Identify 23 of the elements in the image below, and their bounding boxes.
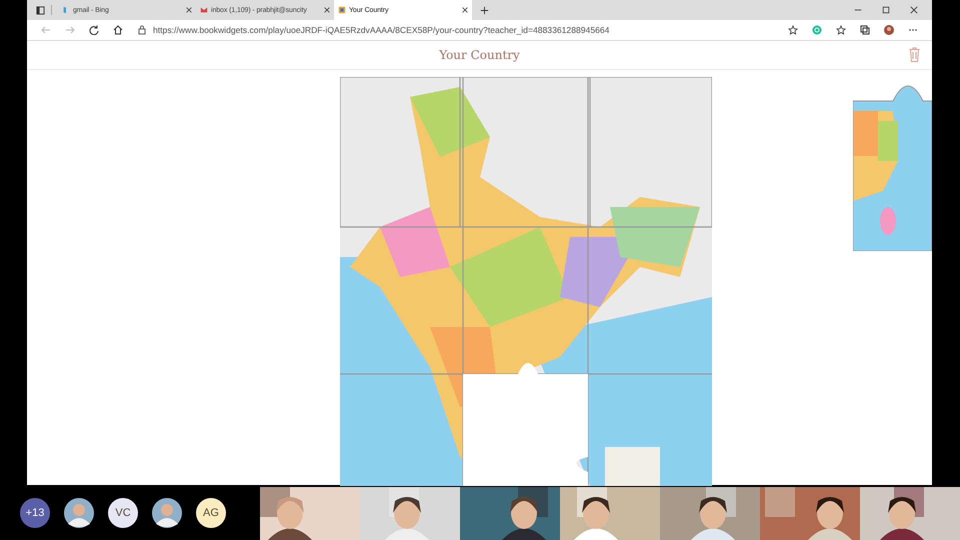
avatar-icon[interactable] [884, 25, 894, 35]
tab-icon [200, 6, 208, 14]
close-icon[interactable] [462, 7, 468, 13]
avatar-icon [64, 498, 94, 528]
star-icon[interactable] [788, 25, 798, 35]
page-title: Your Country [439, 48, 520, 62]
participant-avatar[interactable]: AG [196, 498, 226, 528]
home-icon[interactable] [113, 25, 123, 35]
close-icon[interactable] [186, 7, 192, 13]
tabs-icon[interactable] [36, 6, 45, 14]
reload-icon[interactable] [89, 25, 99, 35]
collections-icon[interactable] [860, 25, 870, 35]
plus-icon[interactable] [480, 6, 489, 14]
close-icon[interactable] [324, 7, 330, 13]
avatar-icon [152, 498, 182, 528]
close-icon[interactable] [910, 6, 918, 14]
tab-icon [338, 6, 346, 14]
participant-avatar[interactable]: VC [108, 498, 138, 528]
address-field[interactable]: https://www.bookwidgets.com/play/uoeJRDF-iQAE5RzdvAAAA/8CEX58P/your-country?teacher_id=4883361288945664 [153, 25, 610, 35]
favorites-icon[interactable] [836, 25, 846, 35]
maximize-icon[interactable] [882, 6, 890, 14]
participant-avatar[interactable]: +13 [20, 498, 50, 528]
lock-icon [137, 25, 147, 35]
